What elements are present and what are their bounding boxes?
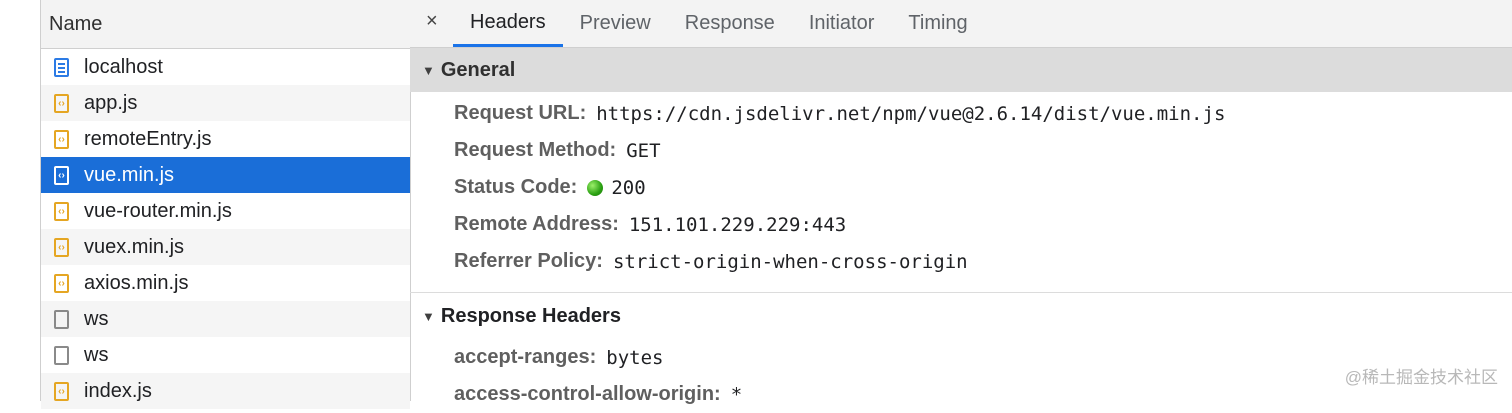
script-icon bbox=[54, 129, 69, 149]
request-name: app.js bbox=[84, 91, 138, 114]
general-section-header[interactable]: ▼ General bbox=[410, 48, 1512, 92]
referrer-policy-row: Referrer Policy: strict-origin-when-cros… bbox=[410, 243, 1512, 280]
name-column-header[interactable]: Name bbox=[41, 0, 410, 49]
request-row-axios-min-js[interactable]: axios.min.js bbox=[41, 265, 410, 301]
request-name: vue.min.js bbox=[84, 163, 175, 186]
remote-address-row: Remote Address: 151.101.229.229:443 bbox=[410, 206, 1512, 243]
request-name: remoteEntry.js bbox=[84, 127, 212, 150]
request-name: ws bbox=[84, 307, 109, 330]
tab-preview[interactable]: Preview bbox=[563, 0, 668, 47]
remote-address-label: Remote Address: bbox=[454, 213, 619, 235]
triangle-down-icon: ▼ bbox=[422, 62, 435, 78]
document-icon bbox=[54, 57, 69, 77]
tab-headers[interactable]: Headers bbox=[453, 0, 563, 47]
blank-file-icon bbox=[54, 309, 69, 329]
response-headers-section-header[interactable]: ▼ Response Headers bbox=[410, 293, 1512, 339]
tab-timing[interactable]: Timing bbox=[891, 0, 984, 47]
accept-ranges-value: bytes bbox=[606, 346, 664, 369]
request-name: index.js bbox=[84, 379, 152, 402]
remote-address-value: 151.101.229.229:443 bbox=[628, 213, 847, 236]
tab-initiator[interactable]: Initiator bbox=[792, 0, 892, 47]
status-code-value: 200 bbox=[611, 176, 646, 199]
request-row-ws[interactable]: ws bbox=[41, 301, 410, 337]
request-url-label: Request URL: bbox=[454, 102, 587, 124]
request-row-index-js[interactable]: index.js bbox=[41, 373, 410, 409]
referrer-policy-value: strict-origin-when-cross-origin bbox=[612, 250, 968, 273]
accept-ranges-label: accept-ranges: bbox=[454, 346, 597, 368]
script-icon bbox=[54, 165, 69, 185]
request-name: vue-router.min.js bbox=[84, 199, 232, 222]
request-method-label: Request Method: bbox=[454, 139, 617, 161]
request-list-panel: Name localhost app.js remoteEntry.js vue… bbox=[40, 0, 411, 409]
blank-file-icon bbox=[54, 345, 69, 365]
request-row-remoteentry-js[interactable]: remoteEntry.js bbox=[41, 121, 410, 157]
request-row-ws[interactable]: ws bbox=[41, 337, 410, 373]
request-name: axios.min.js bbox=[84, 271, 189, 294]
response-headers-title: Response Headers bbox=[440, 304, 621, 327]
request-row-app-js[interactable]: app.js bbox=[41, 85, 410, 121]
request-url-value: https://cdn.jsdelivr.net/npm/vue@2.6.14/… bbox=[596, 102, 1226, 125]
script-icon bbox=[54, 381, 69, 401]
details-tab-bar: × Headers Preview Response Initiator Tim… bbox=[410, 0, 1512, 48]
request-method-value: GET bbox=[626, 139, 661, 162]
request-row-localhost[interactable]: localhost bbox=[41, 49, 410, 85]
script-icon bbox=[54, 237, 69, 257]
watermark: @稀土掘金技术社区 bbox=[1344, 368, 1498, 387]
referrer-policy-label: Referrer Policy: bbox=[454, 250, 603, 272]
close-icon[interactable]: × bbox=[426, 10, 438, 33]
tab-response[interactable]: Response bbox=[668, 0, 792, 47]
script-icon bbox=[54, 273, 69, 293]
script-icon bbox=[54, 93, 69, 113]
request-details-panel: × Headers Preview Response Initiator Tim… bbox=[410, 0, 1512, 406]
request-row-vue-router-min-js[interactable]: vue-router.min.js bbox=[41, 193, 410, 229]
request-url-row: Request URL: https://cdn.jsdelivr.net/np… bbox=[410, 95, 1512, 132]
request-row-vue-min-js[interactable]: vue.min.js bbox=[41, 157, 410, 193]
request-name: localhost bbox=[84, 55, 163, 78]
request-method-row: Request Method: GET bbox=[410, 132, 1512, 169]
request-row-vuex-min-js[interactable]: vuex.min.js bbox=[41, 229, 410, 265]
status-dot-icon bbox=[587, 179, 604, 196]
request-name: vuex.min.js bbox=[84, 235, 185, 258]
request-name: ws bbox=[84, 343, 109, 366]
script-icon bbox=[54, 201, 69, 221]
status-code-row: Status Code: 200 bbox=[410, 169, 1512, 206]
status-code-label: Status Code: bbox=[454, 176, 578, 198]
triangle-down-icon: ▼ bbox=[422, 308, 435, 324]
access-control-allow-origin-value: * bbox=[730, 383, 743, 406]
access-control-allow-origin-label: access-control-allow-origin: bbox=[454, 383, 721, 405]
general-section-title: General bbox=[440, 58, 516, 81]
